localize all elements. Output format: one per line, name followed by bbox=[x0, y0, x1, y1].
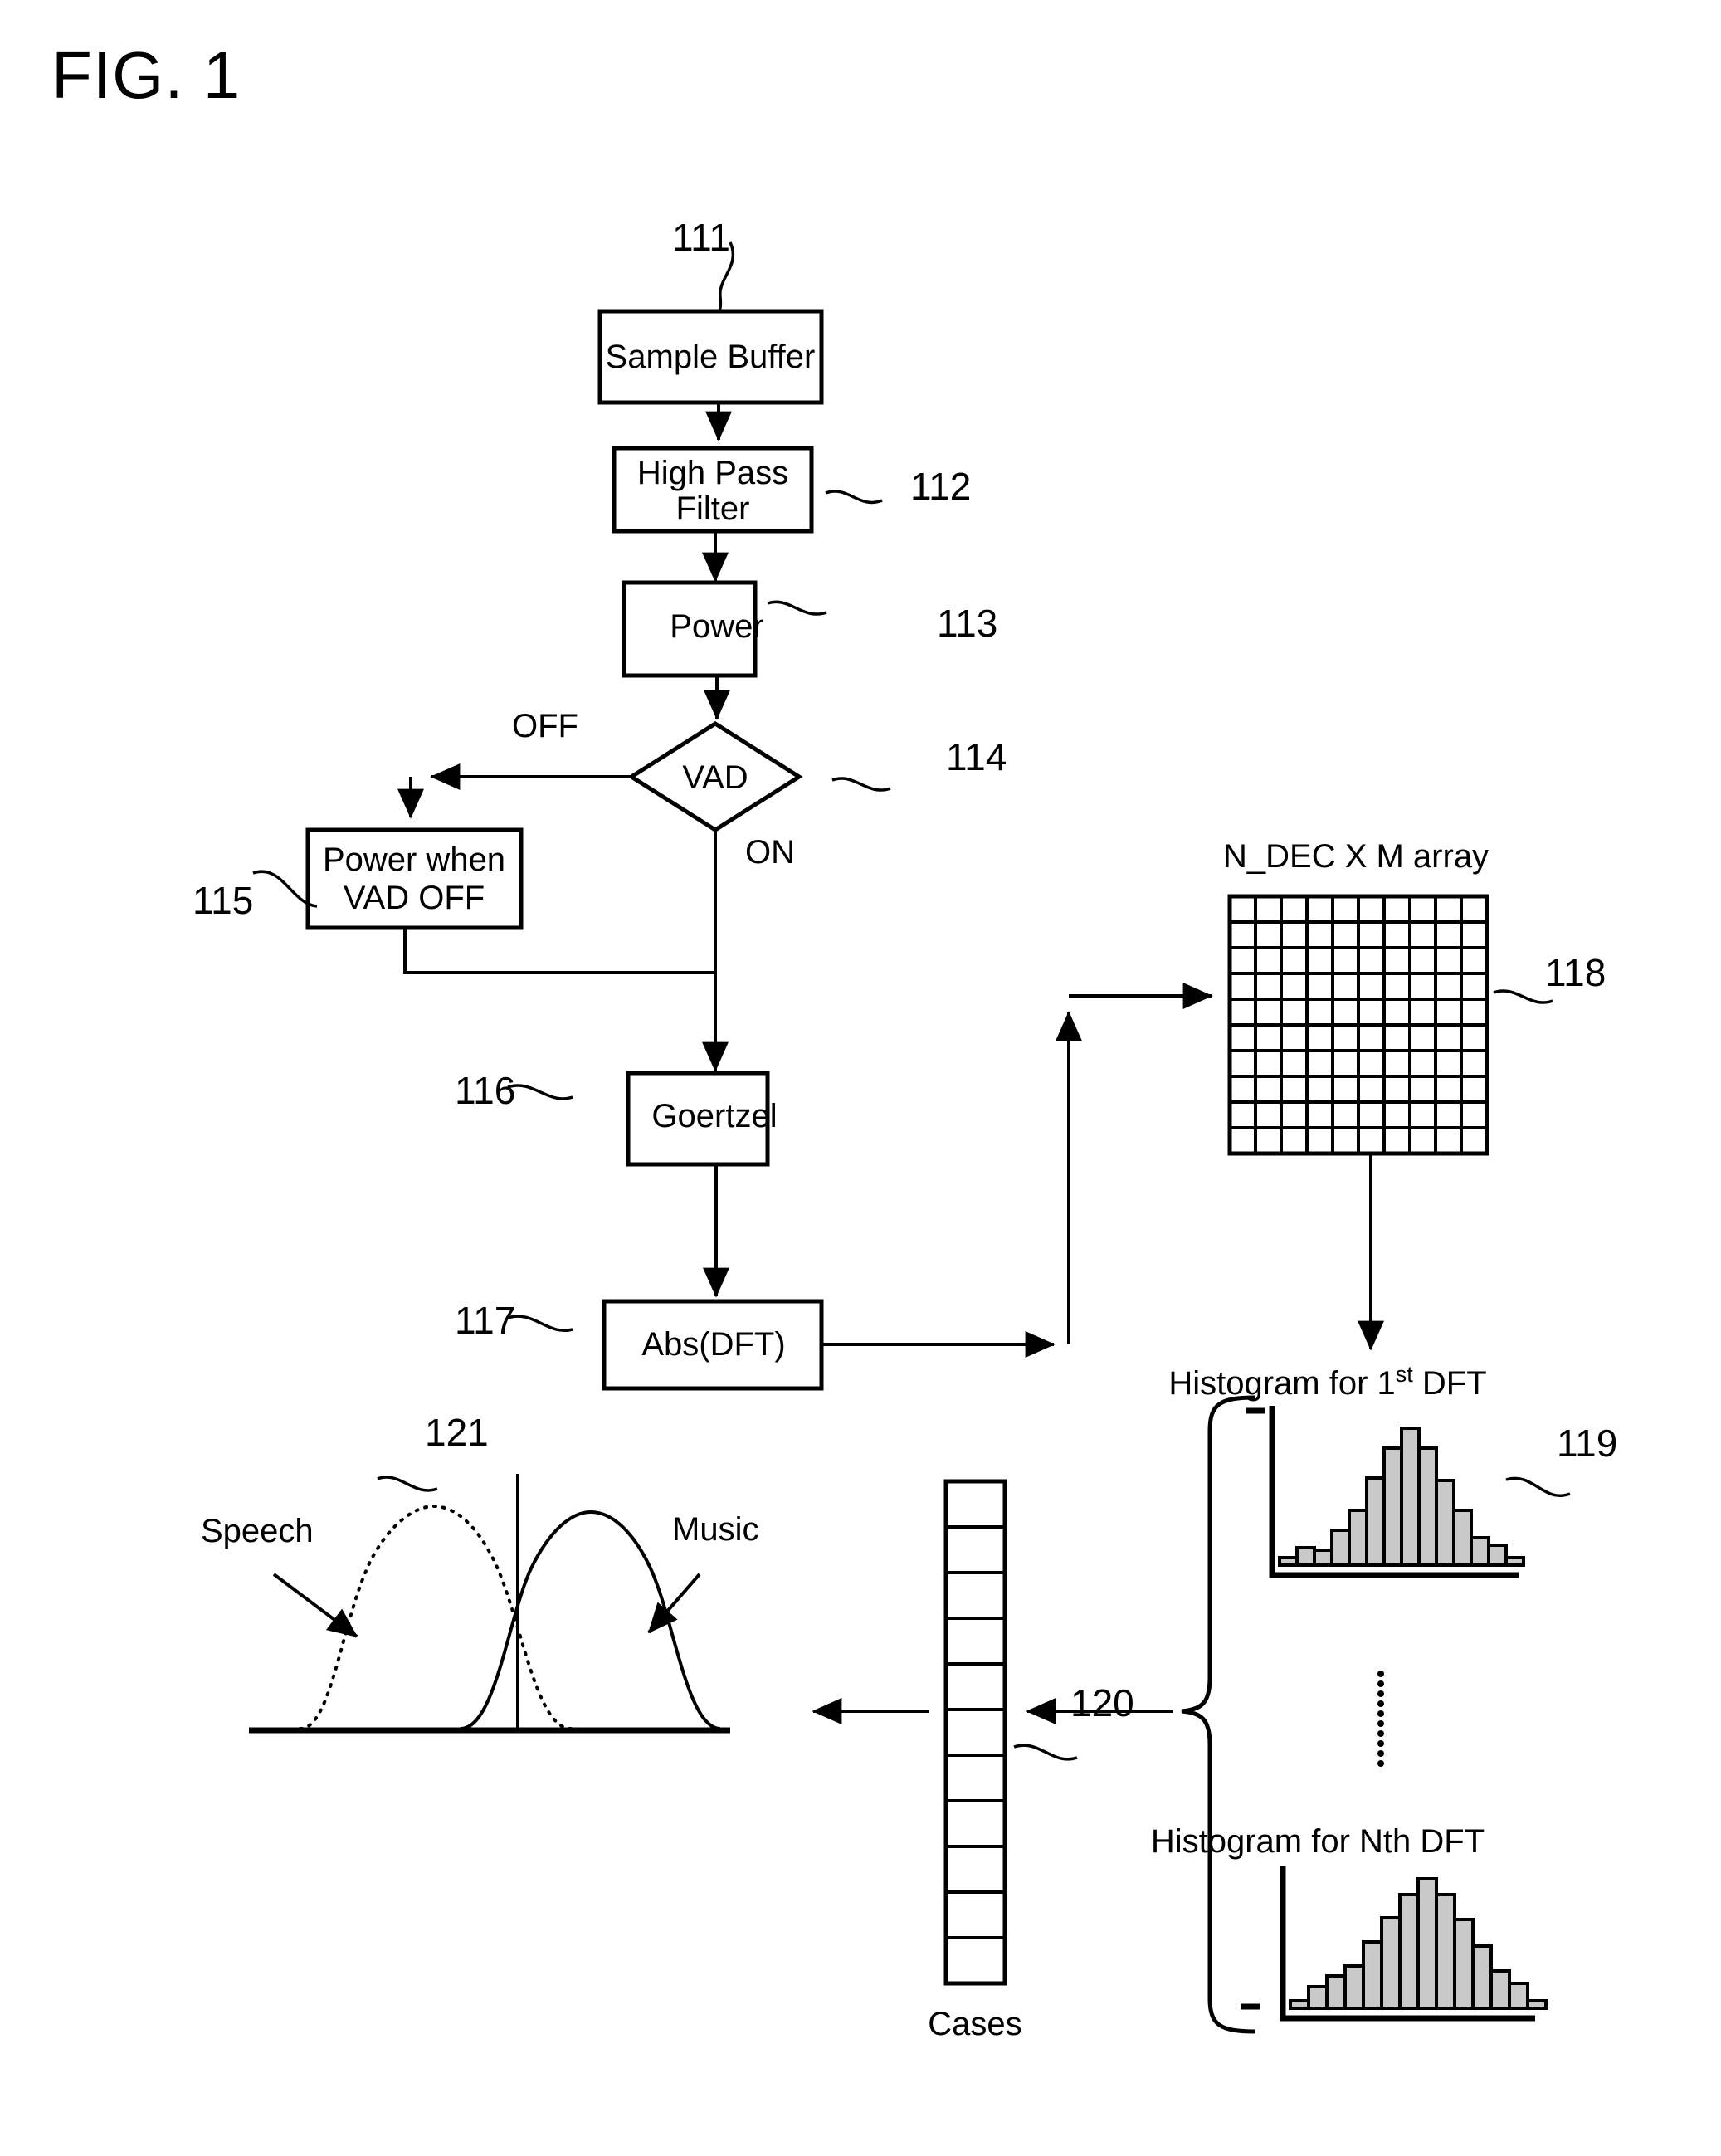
speech-music-distribution: Speech Music bbox=[201, 1474, 758, 1734]
figure-title: FIG. 1 bbox=[51, 38, 241, 112]
leader-line-119 bbox=[1505, 1476, 1571, 1497]
edge-label-vad-on: ON bbox=[745, 834, 795, 871]
patent-figure-canvas: FIG. 1 111 Sample Buffer High Pass Filte… bbox=[51, 38, 1617, 2042]
histogram-first-dft bbox=[1246, 1406, 1525, 1578]
distribution-label-music: Music bbox=[672, 1511, 758, 1548]
histogram-nth-dft bbox=[1241, 1866, 1548, 2022]
histogram-nth-bars bbox=[1289, 1877, 1548, 2010]
ref-number-113: 113 bbox=[937, 602, 997, 645]
histogram-first-caption-main: Histogram for 1 bbox=[1168, 1365, 1395, 1402]
ref-number-121: 121 bbox=[425, 1411, 489, 1454]
block-label-high-pass-filter-line1: High Pass bbox=[637, 455, 788, 491]
ref-number-117: 117 bbox=[455, 1299, 515, 1342]
distribution-speech-pointer bbox=[272, 1573, 358, 1638]
figure-page: FIG. 1 111 Sample Buffer High Pass Filte… bbox=[0, 0, 1721, 2156]
edge-power-off-to-main-line bbox=[403, 929, 715, 974]
cases-caption: Cases bbox=[928, 2006, 1021, 2042]
histogram-first-bars bbox=[1278, 1427, 1525, 1567]
leader-line-112 bbox=[825, 490, 883, 505]
leader-line-118 bbox=[1493, 989, 1553, 1004]
ref-number-111: 111 bbox=[672, 216, 730, 259]
histogram-nth-caption: Histogram for Nth DFT bbox=[1151, 1823, 1485, 1860]
block-label-high-pass-filter-line2: Filter bbox=[676, 490, 750, 527]
block-label-vad: VAD bbox=[682, 759, 748, 796]
array-caption: N_DEC X M array bbox=[1223, 838, 1489, 875]
block-label-power-when-vad-off-line1: Power when bbox=[323, 841, 505, 878]
leader-line-113 bbox=[767, 600, 827, 616]
cases-column bbox=[943, 1479, 1007, 1986]
block-label-sample-buffer: Sample Buffer bbox=[606, 339, 816, 375]
array-grid bbox=[1227, 894, 1489, 1156]
block-label-abs-dft: Abs(DFT) bbox=[641, 1326, 785, 1363]
leader-line-121 bbox=[377, 1476, 438, 1492]
ref-number-120: 120 bbox=[1070, 1681, 1134, 1724]
block-label-power: Power bbox=[670, 608, 763, 645]
edge-label-vad-off: OFF bbox=[512, 708, 578, 744]
grouping-brace bbox=[1181, 1395, 1256, 2034]
ref-number-115: 115 bbox=[193, 879, 253, 922]
leader-line-120 bbox=[1013, 1744, 1078, 1761]
ref-number-112: 112 bbox=[910, 465, 971, 508]
leader-line-116 bbox=[507, 1084, 573, 1100]
distribution-label-speech: Speech bbox=[201, 1513, 314, 1549]
histogram-first-caption-sup: st bbox=[1396, 1362, 1414, 1387]
ref-number-118: 118 bbox=[1545, 951, 1606, 994]
block-label-power-when-vad-off-line2: VAD OFF bbox=[344, 880, 485, 916]
histogram-first-caption: Histogram for 1st DFT bbox=[1168, 1362, 1486, 1402]
cases-column-outline bbox=[943, 1479, 1007, 1986]
leader-line-117 bbox=[507, 1315, 573, 1333]
leader-line-114 bbox=[831, 777, 891, 792]
histogram-first-caption-tail: DFT bbox=[1413, 1365, 1487, 1402]
ref-number-114: 114 bbox=[946, 735, 1007, 778]
ref-number-119: 119 bbox=[1557, 1422, 1617, 1465]
block-label-goertzel: Goertzel bbox=[651, 1098, 777, 1134]
speech-distribution-curve bbox=[299, 1504, 573, 1730]
ref-number-116: 116 bbox=[455, 1069, 515, 1112]
vertical-ellipsis-icon bbox=[1377, 1671, 1384, 1767]
